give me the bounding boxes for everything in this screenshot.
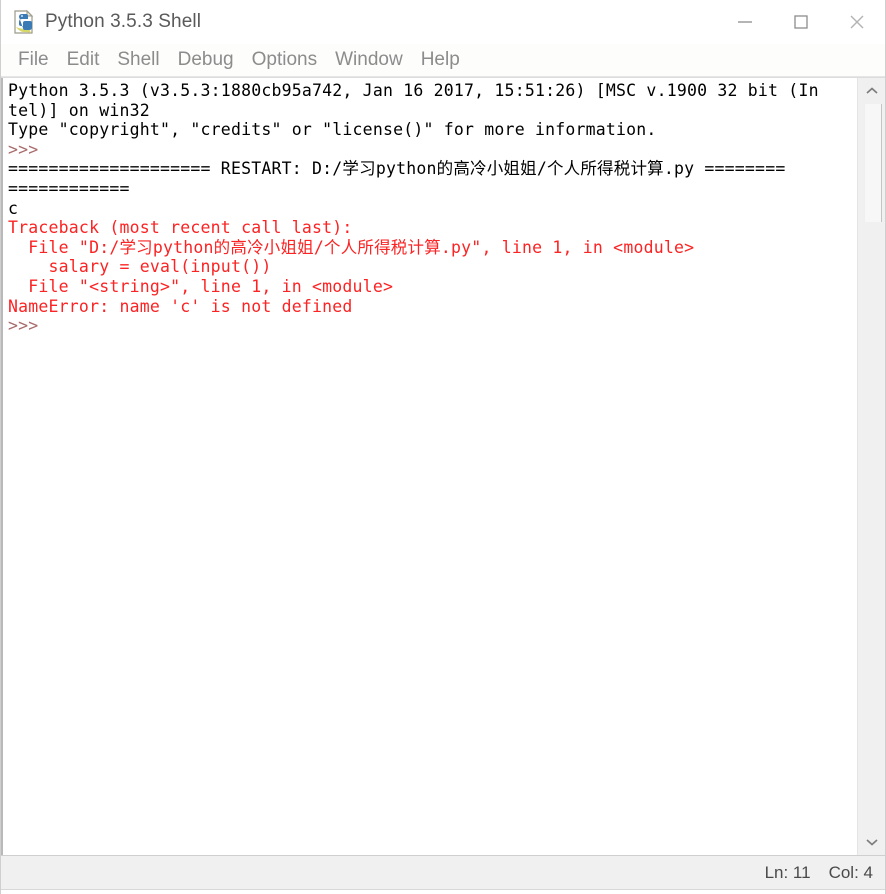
- chevron-up-icon[interactable]: [858, 78, 886, 104]
- menu-item-edit[interactable]: Edit: [58, 46, 109, 74]
- shell-body: Python 3.5.3 (v3.5.3:1880cb95a742, Jan 1…: [1, 77, 885, 855]
- python-idle-document-icon: [11, 9, 37, 35]
- shell-text[interactable]: Python 3.5.3 (v3.5.3:1880cb95a742, Jan 1…: [3, 78, 857, 336]
- console-line: File "D:/学习python的高冷小姐姐/个人所得税计算.py", lin…: [8, 237, 695, 257]
- scrollbar-track[interactable]: [858, 104, 886, 829]
- menu-item-file[interactable]: File: [9, 46, 58, 74]
- chevron-down-icon[interactable]: [858, 829, 886, 855]
- menu-item-shell[interactable]: Shell: [108, 46, 168, 74]
- scrollbar-thumb[interactable]: [863, 104, 882, 222]
- console-line: >>>: [8, 316, 49, 336]
- menu-item-help[interactable]: Help: [412, 46, 469, 74]
- console-line: Traceback (most recent call last):: [8, 218, 353, 238]
- menu-item-debug[interactable]: Debug: [169, 46, 243, 74]
- title-bar: Python 3.5.3 Shell: [1, 0, 885, 44]
- maximize-button[interactable]: [773, 0, 829, 44]
- window-title: Python 3.5.3 Shell: [45, 11, 202, 32]
- menu-item-options[interactable]: Options: [243, 46, 326, 74]
- minimize-button[interactable]: [717, 0, 773, 44]
- status-column-indicator: Col: 4: [828, 862, 873, 882]
- close-button[interactable]: [829, 0, 885, 44]
- shell-output-area[interactable]: Python 3.5.3 (v3.5.3:1880cb95a742, Jan 1…: [1, 78, 857, 855]
- console-line: File "<string>", line 1, in <module>: [8, 276, 394, 296]
- console-line: Python 3.5.3 (v3.5.3:1880cb95a742, Jan 1…: [8, 81, 819, 100]
- console-line: Type "copyright", "credits" or "license(…: [8, 120, 657, 140]
- window-bottom-edge: [1, 889, 885, 894]
- console-line: ============: [8, 178, 130, 198]
- window-controls: [717, 0, 885, 44]
- console-line: >>>: [8, 139, 49, 159]
- status-line-indicator: Ln: 11: [764, 862, 811, 882]
- menu-item-window[interactable]: Window: [326, 46, 412, 74]
- status-bar: Ln: 11 Col: 4: [1, 855, 885, 889]
- python-shell-window: Python 3.5.3 Shell File Edit Shell Debug…: [0, 0, 886, 894]
- menu-bar: File Edit Shell Debug Options Window Hel…: [1, 44, 885, 77]
- console-line: tel)] on win32: [8, 100, 150, 120]
- console-line: salary = eval(input()): [8, 257, 272, 277]
- console-line: ==================== RESTART: D:/学习pytho…: [8, 159, 786, 179]
- console-line: c: [8, 198, 19, 218]
- console-line: NameError: name 'c' is not defined: [8, 296, 353, 316]
- vertical-scrollbar[interactable]: [857, 78, 885, 855]
